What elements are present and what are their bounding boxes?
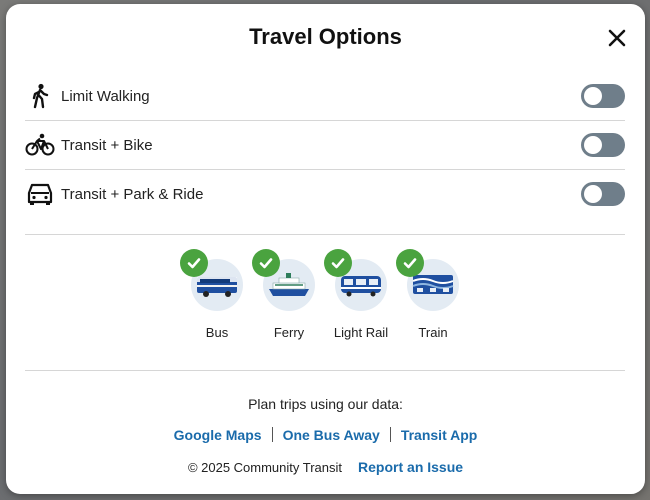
check-icon xyxy=(324,249,352,277)
option-park-ride: Transit + Park & Ride xyxy=(25,170,625,218)
option-limit-walking: Limit Walking xyxy=(25,72,625,120)
link-separator xyxy=(271,427,273,442)
one-bus-away-link[interactable]: One Bus Away xyxy=(283,427,380,443)
check-icon xyxy=(396,249,424,277)
option-label: Transit + Park & Ride xyxy=(61,185,204,203)
report-issue-link[interactable]: Report an Issue xyxy=(358,459,463,475)
toggle-knob xyxy=(584,87,602,105)
mode-light-rail[interactable]: Light Rail xyxy=(324,249,396,340)
option-label: Transit + Bike xyxy=(61,136,153,154)
mode-label: Train xyxy=(418,325,448,340)
mode-bus[interactable]: Bus xyxy=(180,249,252,340)
car-icon xyxy=(25,179,55,209)
data-links: Google Maps One Bus Away Transit App xyxy=(6,427,645,443)
travel-options-modal: Travel Options Limit Walking Transit + B… xyxy=(6,4,645,494)
check-icon xyxy=(180,249,208,277)
link-separator xyxy=(389,427,391,442)
divider xyxy=(25,370,625,371)
park-ride-toggle[interactable] xyxy=(581,182,625,206)
bus-icon xyxy=(180,249,243,311)
toggle-knob xyxy=(584,185,602,203)
plan-trips-text: Plan trips using our data: xyxy=(248,396,403,412)
transit-modes: Bus Ferry Light Rail Train xyxy=(6,249,645,354)
limit-walking-toggle[interactable] xyxy=(581,84,625,108)
close-icon[interactable] xyxy=(604,25,630,51)
option-label: Limit Walking xyxy=(61,87,150,105)
mode-label: Light Rail xyxy=(333,325,389,340)
bicycle-icon xyxy=(25,130,55,160)
light-rail-icon xyxy=(324,249,387,311)
modal-title: Travel Options xyxy=(249,24,402,49)
mode-train[interactable]: Train xyxy=(396,249,468,340)
option-transit-bike: Transit + Bike xyxy=(25,121,625,169)
mode-ferry[interactable]: Ferry xyxy=(252,249,324,340)
ferry-icon xyxy=(252,249,315,311)
walking-person-icon xyxy=(25,81,55,111)
copyright-text: © 2025 Community Transit xyxy=(187,460,343,475)
footer-bottom: © 2025 Community Transit Report an Issue xyxy=(6,459,645,475)
mode-label: Ferry xyxy=(273,325,305,340)
toggle-knob xyxy=(584,136,602,154)
mode-label: Bus xyxy=(205,325,229,340)
divider xyxy=(25,234,625,235)
train-icon xyxy=(396,249,459,311)
transit-bike-toggle[interactable] xyxy=(581,133,625,157)
transit-app-link[interactable]: Transit App xyxy=(401,427,478,443)
google-maps-link[interactable]: Google Maps xyxy=(174,427,262,443)
check-icon xyxy=(252,249,280,277)
